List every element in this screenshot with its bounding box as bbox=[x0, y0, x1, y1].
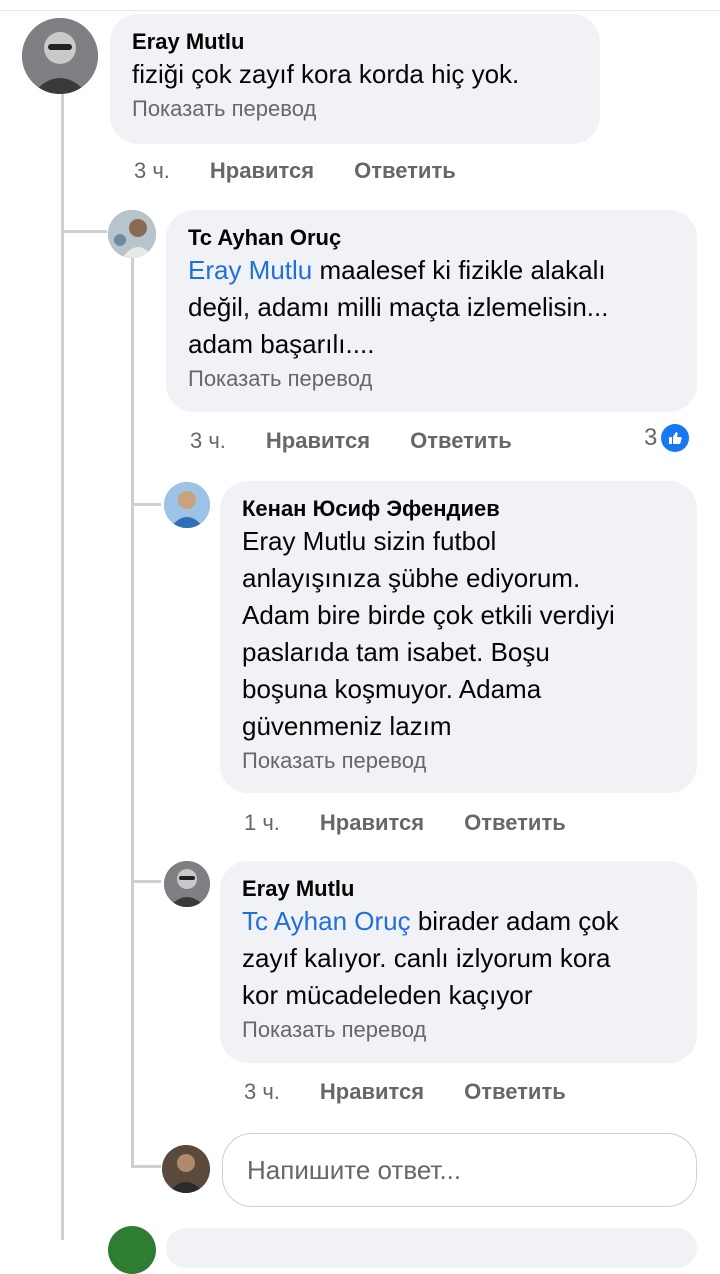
comment-author[interactable]: Eray Mutlu bbox=[242, 875, 675, 903]
timestamp[interactable]: 3 ч. bbox=[134, 158, 170, 184]
timestamp[interactable]: 3 ч. bbox=[190, 428, 226, 454]
thumbs-up-icon bbox=[661, 424, 690, 452]
thread-connector-4 bbox=[131, 1165, 161, 1168]
reply-placeholder: Напишите ответ... bbox=[247, 1154, 462, 1185]
like-button[interactable]: Нравится bbox=[320, 1079, 424, 1105]
comment-text-line: adam başarılı.... bbox=[188, 329, 375, 359]
mention-link[interactable]: Tc Ayhan Oruç bbox=[242, 906, 411, 936]
comment-text-line: maalesef ki fizikle alakalı bbox=[312, 255, 606, 285]
top-divider bbox=[0, 0, 720, 11]
show-translation-link[interactable]: Показать перевод bbox=[132, 95, 578, 123]
comment-author[interactable]: Tc Ayhan Oruç bbox=[188, 224, 675, 252]
show-translation-link[interactable]: Показать перевод bbox=[242, 1016, 675, 1044]
user-photo-icon bbox=[164, 482, 210, 528]
comment-text-line: paslarıda tam isabet. Boşu bbox=[242, 637, 550, 667]
comment-bubble: Кенан Юсиф Эфендиев Eray Mutlu sizin fut… bbox=[220, 481, 697, 793]
comment-text: Tc Ayhan Oruç birader adam çok bbox=[242, 903, 675, 940]
avatar-eray-mutlu[interactable] bbox=[22, 18, 98, 94]
like-button[interactable]: Нравится bbox=[320, 810, 424, 836]
thread-connector-1 bbox=[61, 230, 107, 233]
comment-bubble: Tc Ayhan Oruç Eray Mutlu maalesef ki fiz… bbox=[166, 210, 697, 412]
reply-button[interactable]: Ответить bbox=[354, 158, 456, 184]
avatar-tc-ayhan-oruc[interactable] bbox=[108, 210, 156, 258]
comment-actions: 3 ч. Нравится Ответить bbox=[244, 1079, 606, 1105]
comment-author[interactable]: Кенан Юсиф Эфендиев bbox=[242, 495, 675, 523]
thread-line-reply bbox=[131, 258, 134, 1168]
user-photo-icon bbox=[164, 861, 210, 907]
reply-button[interactable]: Ответить bbox=[410, 428, 512, 454]
reply-button[interactable]: Ответить bbox=[464, 1079, 566, 1105]
comment-text-line: birader adam çok bbox=[410, 906, 619, 936]
like-button[interactable]: Нравится bbox=[210, 158, 314, 184]
timestamp[interactable]: 1 ч. bbox=[244, 810, 280, 836]
next-comment-bubble bbox=[166, 1228, 697, 1268]
comment-author[interactable]: Eray Mutlu bbox=[132, 28, 578, 56]
reaction-count: 3 bbox=[644, 424, 658, 451]
comment-text-line: Eray Mutlu sizin futbol bbox=[242, 526, 497, 556]
reply-button[interactable]: Ответить bbox=[464, 810, 566, 836]
comment-text-line: kor mücadeleden kaçıyor bbox=[242, 980, 533, 1010]
thread-line-main bbox=[61, 92, 64, 1240]
comment-text-line: değil, adamı milli maçta izlemelisin... bbox=[188, 292, 609, 322]
current-user-avatar bbox=[162, 1145, 210, 1193]
show-translation-link[interactable]: Показать перевод bbox=[242, 747, 675, 775]
user-photo-icon bbox=[22, 18, 98, 94]
timestamp[interactable]: 3 ч. bbox=[244, 1079, 280, 1105]
thread-connector-3 bbox=[131, 880, 161, 883]
mention-link[interactable]: Eray Mutlu bbox=[188, 255, 312, 285]
reply-input[interactable]: Напишите ответ... bbox=[222, 1133, 697, 1207]
user-photo-icon bbox=[108, 210, 156, 258]
like-button[interactable]: Нравится bbox=[266, 428, 370, 454]
next-comment-avatar[interactable] bbox=[108, 1226, 156, 1274]
comment-bubble: Eray Mutlu fiziği çok zayıf kora korda h… bbox=[110, 14, 600, 144]
comment-text-line: zayıf kalıyor. canlı izlyorum kora bbox=[242, 943, 611, 973]
comment-text-line: Adam bire birde çok etkili verdiyi bbox=[242, 600, 615, 630]
reaction-summary[interactable]: 3 bbox=[644, 424, 690, 452]
user-photo-icon bbox=[162, 1145, 210, 1193]
comment-actions: 3 ч. Нравится Ответить bbox=[134, 158, 496, 184]
avatar-kenan-efendiev[interactable] bbox=[164, 482, 210, 528]
comment-text-line: güvenmeniz lazım bbox=[242, 711, 452, 741]
comment-text: fiziği çok zayıf kora korda hiç yok. bbox=[132, 59, 520, 89]
avatar-eray-mutlu[interactable] bbox=[164, 861, 210, 907]
thread-connector-2 bbox=[131, 503, 161, 506]
comment-actions: 1 ч. Нравится Ответить bbox=[244, 810, 606, 836]
show-translation-link[interactable]: Показать перевод bbox=[188, 365, 675, 393]
comment-bubble: Eray Mutlu Tc Ayhan Oruç birader adam ço… bbox=[220, 861, 697, 1063]
comment-text-line: boşuna koşmuyor. Adama bbox=[242, 674, 542, 704]
comment-actions: 3 ч. Нравится Ответить bbox=[190, 428, 552, 454]
comment-text: Eray Mutlu maalesef ki fizikle alakalı bbox=[188, 252, 675, 289]
comment-text-line: anlayışınıza şübhe ediyorum. bbox=[242, 563, 581, 593]
